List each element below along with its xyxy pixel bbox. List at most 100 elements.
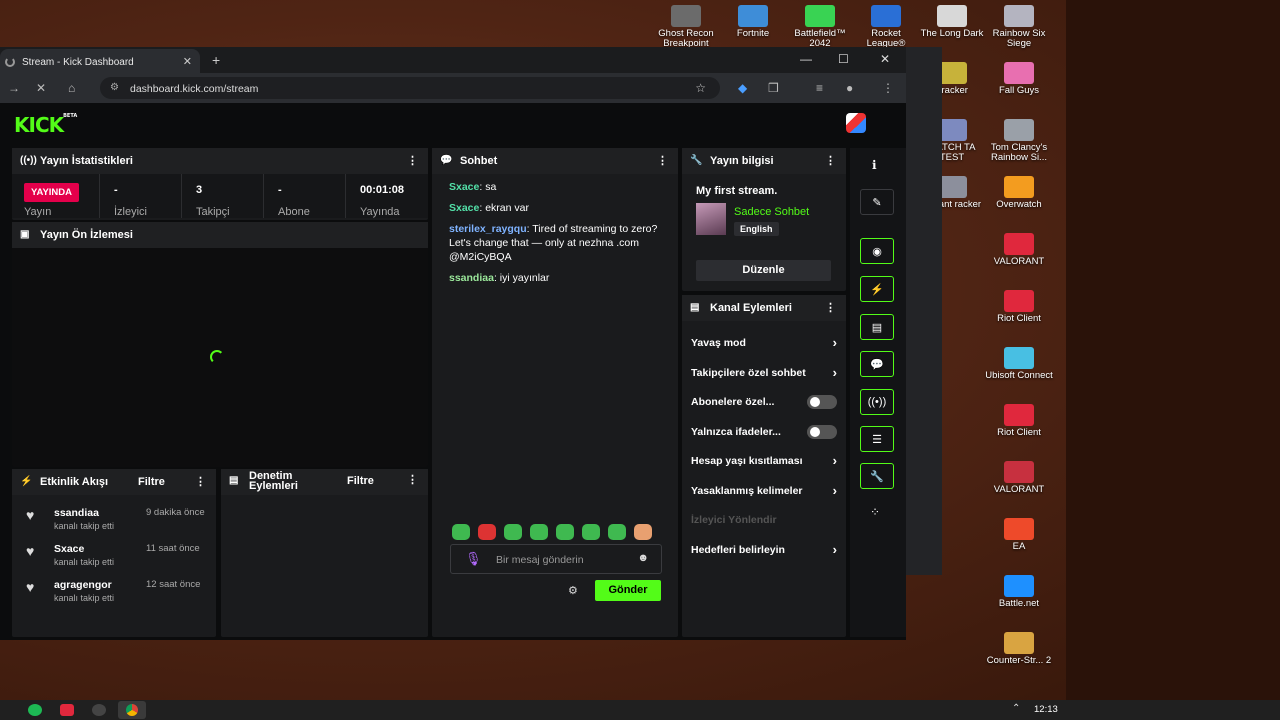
moderation-menu-icon[interactable]: ⋮ bbox=[407, 475, 418, 486]
chat-message-input[interactable]: 🎙 Bir mesaj gönderin ☻ bbox=[450, 544, 662, 574]
preview-toggle-button[interactable]: ◉ bbox=[860, 238, 894, 264]
desktop-icon[interactable]: Riot Client bbox=[984, 404, 1054, 438]
category-name[interactable]: Sadece Sohbet bbox=[734, 206, 809, 218]
user-avatar[interactable] bbox=[846, 113, 866, 133]
app-icon bbox=[1004, 119, 1034, 141]
activity-user[interactable]: ssandiaa bbox=[54, 507, 99, 519]
tab-close-icon[interactable]: ✕ bbox=[183, 55, 192, 68]
send-button[interactable]: Gönder bbox=[595, 580, 661, 601]
maximize-button[interactable]: ☐ bbox=[838, 52, 849, 66]
desktop-icon[interactable]: Riot Client bbox=[984, 290, 1054, 324]
close-window-button[interactable]: ✕ bbox=[880, 52, 890, 66]
channel-action-item[interactable]: Yavaş mod › bbox=[691, 335, 837, 352]
desktop-icon[interactable]: The Long Dark bbox=[917, 5, 987, 39]
app-icon bbox=[1004, 518, 1034, 540]
chat-toggle-button[interactable]: 💬 bbox=[860, 351, 894, 377]
desktop-icon[interactable]: Tom Clancy's Rainbow Si... bbox=[984, 119, 1054, 163]
profile-icon[interactable]: ● bbox=[846, 81, 853, 95]
channel-action-item[interactable]: Hesap yaşı kısıtlaması › bbox=[691, 453, 837, 470]
microphone-icon[interactable]: 🎙 bbox=[465, 551, 482, 567]
info-icon[interactable]: ℹ bbox=[872, 158, 877, 172]
menu-icon[interactable]: ⋮ bbox=[882, 81, 894, 95]
address-bar[interactable]: ⚙ dashboard.kick.com/stream ☆ bbox=[100, 77, 720, 99]
minimize-button[interactable]: — bbox=[800, 52, 812, 66]
app-icon[interactable] bbox=[92, 704, 106, 716]
mail-icon[interactable] bbox=[60, 704, 74, 716]
actions-toggle-button[interactable]: ☰ bbox=[860, 426, 894, 452]
back-icon[interactable]: → bbox=[8, 81, 20, 95]
toggle-switch[interactable] bbox=[807, 395, 837, 409]
stats-header: ((•)) Yayın İstatistikleri ⋮ bbox=[12, 148, 428, 174]
desktop-icon[interactable]: Ubisoft Connect bbox=[984, 347, 1054, 381]
stat-live: YAYINDA Yayın bbox=[12, 174, 100, 218]
chat-username[interactable]: Sxace bbox=[449, 181, 479, 193]
new-tab-button[interactable]: + bbox=[212, 52, 220, 68]
activity-text: kanalı takip etti bbox=[54, 593, 115, 603]
moderation-header: ▤ Denetim Eylemleri Filtre ⋮ bbox=[221, 469, 428, 495]
home-icon[interactable]: ⌂ bbox=[68, 81, 75, 95]
desktop-icon[interactable]: Fall Guys bbox=[984, 62, 1054, 96]
spotify-icon[interactable] bbox=[28, 704, 42, 716]
channel-action-item[interactable]: Yasaklanmış kelimeler › bbox=[691, 483, 837, 500]
emote-icon[interactable] bbox=[504, 524, 522, 540]
desktop-icon[interactable]: Overwatch bbox=[984, 176, 1054, 210]
reload-stop-icon[interactable]: ✕ bbox=[36, 81, 46, 95]
channel-action-item[interactable]: Hedefleri belirleyin › bbox=[691, 542, 837, 559]
stats-menu-icon[interactable]: ⋮ bbox=[407, 154, 418, 167]
bolt-icon: ⚡ bbox=[20, 476, 33, 487]
activity-menu-icon[interactable]: ⋮ bbox=[195, 475, 206, 488]
emoji-icon[interactable]: ☻ bbox=[637, 552, 649, 564]
emote-icon[interactable] bbox=[556, 524, 574, 540]
desktop-icon-label: Battle.net bbox=[998, 598, 1040, 609]
more-widgets-icon[interactable]: ⁘ bbox=[870, 505, 880, 519]
channel-actions-menu-icon[interactable]: ⋮ bbox=[825, 301, 836, 314]
emote-icon[interactable] bbox=[452, 524, 470, 540]
desktop-icon[interactable]: Battlefield™ 2042 bbox=[785, 5, 855, 49]
extension-icon[interactable]: ◆ bbox=[738, 81, 747, 95]
desktop-icon-label: Tom Clancy's Rainbow Si... bbox=[990, 142, 1048, 163]
edit-button[interactable]: Düzenle bbox=[696, 260, 831, 281]
chat-username[interactable]: sterilex_raygqu bbox=[449, 223, 527, 235]
moderation-filter-button[interactable]: Filtre bbox=[347, 476, 374, 487]
emote-icon[interactable] bbox=[634, 524, 652, 540]
stats-toggle-button[interactable]: ((•)) bbox=[860, 389, 894, 415]
desktop-icon[interactable]: VALORANT bbox=[984, 461, 1054, 495]
stream-info-menu-icon[interactable]: ⋮ bbox=[825, 154, 836, 167]
desktop-icon[interactable]: Rainbow Six Siege bbox=[984, 5, 1054, 49]
activity-filter-button[interactable]: Filtre bbox=[138, 476, 165, 488]
chrome-taskbar-button[interactable] bbox=[118, 701, 146, 719]
emote-icon[interactable] bbox=[530, 524, 548, 540]
channel-action-item[interactable]: Abonelere özel... bbox=[691, 395, 837, 411]
desktop-icon-label: Ghost Recon Breakpoint bbox=[658, 28, 714, 49]
activity-user[interactable]: Sxace bbox=[54, 543, 84, 555]
channel-action-item[interactable]: Takipçilere özel sohbet › bbox=[691, 365, 837, 382]
tray-chevron-icon[interactable]: ⌃ bbox=[1012, 703, 1020, 714]
info-toggle-button[interactable]: 🔧 bbox=[860, 463, 894, 489]
emote-icon[interactable] bbox=[582, 524, 600, 540]
desktop-icon[interactable]: Rocket League® bbox=[851, 5, 921, 49]
activity-user[interactable]: agragengor bbox=[54, 579, 112, 591]
chat-username[interactable]: Sxace bbox=[449, 202, 479, 214]
emote-icon[interactable] bbox=[608, 524, 626, 540]
media-control-icon[interactable]: ≡ bbox=[816, 81, 823, 95]
chat-username[interactable]: ssandiaa bbox=[449, 272, 494, 284]
browser-tab[interactable]: Stream - Kick Dashboard ✕ bbox=[0, 49, 200, 73]
chat-menu-icon[interactable]: ⋮ bbox=[657, 154, 668, 167]
site-info-icon[interactable]: ⚙ bbox=[110, 82, 119, 93]
extensions-puzzle-icon[interactable]: ❒ bbox=[768, 81, 779, 95]
chat-settings-gear-icon[interactable]: ⚙ bbox=[568, 584, 578, 597]
desktop-icon[interactable]: VALORANT bbox=[984, 233, 1054, 267]
desktop-icon[interactable]: Counter-Str... 2 bbox=[984, 632, 1054, 666]
desktop-icon[interactable]: Battle.net bbox=[984, 575, 1054, 609]
moderation-toggle-button[interactable]: ▤ bbox=[860, 314, 894, 340]
kick-logo[interactable]: KICKBETA bbox=[14, 113, 77, 137]
bookmark-star-icon[interactable]: ☆ bbox=[695, 81, 706, 95]
desktop-icon[interactable]: Fortnite bbox=[718, 5, 788, 39]
channel-action-item[interactable]: Yalnızca ifadeler... bbox=[691, 424, 837, 441]
emote-icon[interactable] bbox=[478, 524, 496, 540]
desktop-icon[interactable]: EA bbox=[984, 518, 1054, 552]
desktop-icon[interactable]: Ghost Recon Breakpoint bbox=[651, 5, 721, 49]
activity-toggle-button[interactable]: ⚡ bbox=[860, 276, 894, 302]
edit-pencil-button[interactable]: ✎ bbox=[860, 189, 894, 215]
toggle-switch[interactable] bbox=[807, 424, 837, 439]
